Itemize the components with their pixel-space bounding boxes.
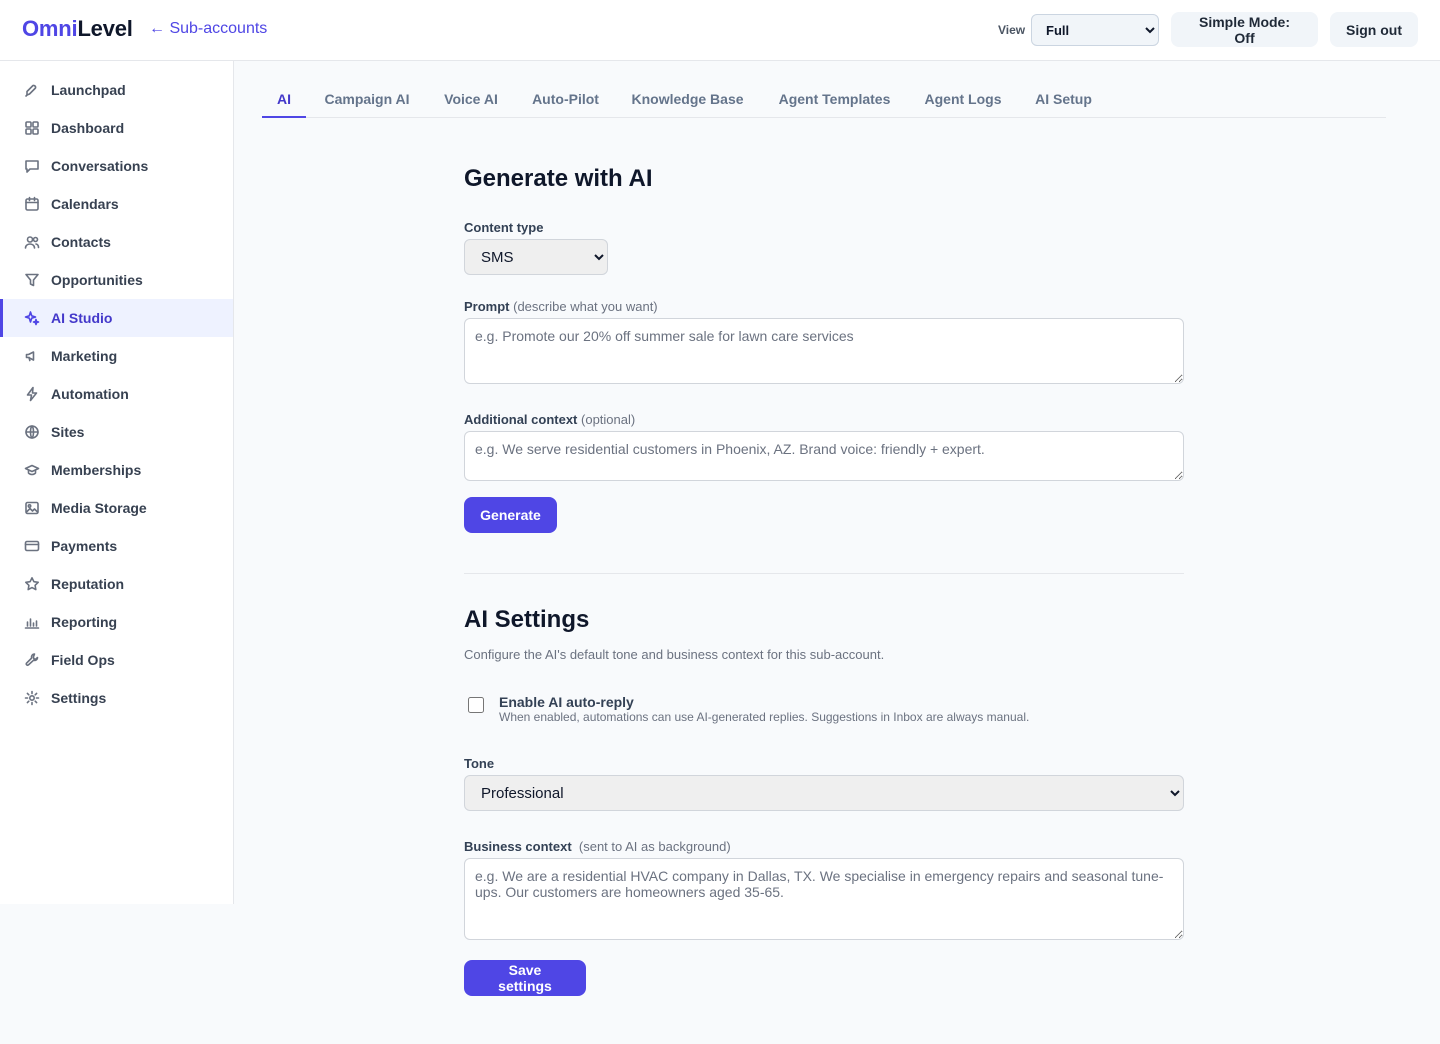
rocket-icon xyxy=(24,82,40,98)
business-context-label-text: Business context xyxy=(464,839,572,854)
sidebar-item-label: Marketing xyxy=(51,348,118,364)
users-icon xyxy=(24,234,40,250)
sidebar-item-label: Conversations xyxy=(51,158,149,174)
sidebar-item-label: Contacts xyxy=(51,234,111,250)
save-settings-button[interactable]: Save settings xyxy=(464,960,586,996)
brand-part-omni: Omni xyxy=(22,16,78,41)
top-header: OmniLevel ← Sub-accounts View Full Simpl… xyxy=(0,0,1440,61)
star-icon xyxy=(24,576,40,592)
auto-reply-description: When enabled, automations can use AI-gen… xyxy=(499,710,1030,724)
content-type-label: Content type xyxy=(464,220,544,235)
sidebar-item-reporting[interactable]: Reporting xyxy=(0,603,233,641)
generate-button[interactable]: Generate xyxy=(464,497,557,533)
sidebar-item-label: Reputation xyxy=(51,576,125,592)
sidebar-item-label: Media Storage xyxy=(51,500,147,516)
business-context-input[interactable] xyxy=(464,858,1184,940)
generate-title: Generate with AI xyxy=(464,165,653,192)
sidebar-item-automation[interactable]: Automation xyxy=(0,375,233,413)
credit-card-icon xyxy=(24,538,40,554)
tab-agent-templates[interactable]: Agent Templates xyxy=(775,80,894,117)
additional-context-label-text: Additional context xyxy=(464,412,578,427)
back-to-subaccounts-link[interactable]: ← Sub-accounts xyxy=(149,20,267,38)
view-select[interactable]: Full xyxy=(1031,14,1159,46)
sidebar-item-label: Dashboard xyxy=(51,120,125,136)
tab-voice-ai[interactable]: Voice AI xyxy=(441,80,501,117)
tab-auto-pilot[interactable]: Auto-Pilot xyxy=(529,80,602,117)
section-divider xyxy=(464,573,1184,574)
sidebar-item-label: Settings xyxy=(51,690,107,706)
graduation-cap-icon xyxy=(24,462,40,478)
sparkle-icon xyxy=(24,310,40,326)
brand-logo[interactable]: OmniLevel xyxy=(22,16,133,42)
tab-agent-logs[interactable]: Agent Logs xyxy=(921,80,1005,117)
prompt-input[interactable] xyxy=(464,318,1184,384)
sidebar-item-marketing[interactable]: Marketing xyxy=(0,337,233,375)
ai-tabs: AI Campaign AI Voice AI Auto-Pilot Knowl… xyxy=(262,80,1386,118)
sidebar-item-label: Payments xyxy=(51,538,118,554)
wrench-icon xyxy=(24,652,40,668)
sidebar-nav: Launchpad Dashboard Conversations Calend… xyxy=(0,61,234,904)
prompt-label: Prompt (describe what you want) xyxy=(464,299,658,314)
sidebar-item-media-storage[interactable]: Media Storage xyxy=(0,489,233,527)
sidebar-item-memberships[interactable]: Memberships xyxy=(0,451,233,489)
globe-icon xyxy=(24,424,40,440)
sign-out-button[interactable]: Sign out xyxy=(1330,12,1418,47)
bolt-icon xyxy=(24,386,40,402)
additional-context-hint: (optional) xyxy=(581,412,636,427)
auto-reply-checkbox[interactable] xyxy=(468,697,484,713)
sidebar-item-label: Automation xyxy=(51,386,129,402)
additional-context-label: Additional context (optional) xyxy=(464,412,635,427)
grid-icon xyxy=(24,120,40,136)
sidebar-item-sites[interactable]: Sites xyxy=(0,413,233,451)
business-context-label: Business context (sent to AI as backgrou… xyxy=(464,839,731,854)
image-icon xyxy=(24,500,40,516)
sidebar-item-contacts[interactable]: Contacts xyxy=(0,223,233,261)
auto-reply-label: Enable AI auto-reply xyxy=(499,694,634,710)
megaphone-icon xyxy=(24,348,40,364)
prompt-label-text: Prompt xyxy=(464,299,510,314)
sidebar-item-dashboard[interactable]: Dashboard xyxy=(0,109,233,147)
gear-icon xyxy=(24,690,40,706)
sidebar-item-label: AI Studio xyxy=(51,310,113,326)
sidebar-item-label: Sites xyxy=(51,424,85,440)
sidebar-item-label: Opportunities xyxy=(51,272,143,288)
sidebar-item-label: Calendars xyxy=(51,196,119,212)
funnel-icon xyxy=(24,272,40,288)
sidebar-item-payments[interactable]: Payments xyxy=(0,527,233,565)
sidebar-item-label: Memberships xyxy=(51,462,142,478)
sidebar-item-label: Launchpad xyxy=(51,82,126,98)
view-label: View xyxy=(998,23,1026,37)
tab-ai-setup[interactable]: AI Setup xyxy=(1032,80,1095,117)
tab-ai[interactable]: AI xyxy=(262,80,306,118)
sidebar-item-settings[interactable]: Settings xyxy=(0,679,233,717)
sidebar-item-reputation[interactable]: Reputation xyxy=(0,565,233,603)
tab-knowledge-base[interactable]: Knowledge Base xyxy=(629,80,746,117)
sidebar-item-label: Field Ops xyxy=(51,652,115,668)
tone-label: Tone xyxy=(464,756,495,771)
sidebar-item-launchpad[interactable]: Launchpad xyxy=(0,71,233,109)
sidebar-item-calendars[interactable]: Calendars xyxy=(0,185,233,223)
sidebar-item-field-ops[interactable]: Field Ops xyxy=(0,641,233,679)
ai-settings-title: AI Settings xyxy=(464,606,590,633)
sidebar-item-conversations[interactable]: Conversations xyxy=(0,147,233,185)
simple-mode-toggle[interactable]: Simple Mode: Off xyxy=(1171,12,1318,47)
tone-select[interactable]: Professional xyxy=(464,775,1184,811)
brand-part-level: Level xyxy=(77,16,133,41)
sidebar-item-opportunities[interactable]: Opportunities xyxy=(0,261,233,299)
additional-context-input[interactable] xyxy=(464,431,1184,481)
sidebar-item-ai-studio[interactable]: AI Studio xyxy=(0,299,233,337)
business-context-hint: (sent to AI as background) xyxy=(578,839,731,854)
tab-campaign-ai[interactable]: Campaign AI xyxy=(322,80,412,117)
bar-chart-icon xyxy=(24,614,40,630)
chat-icon xyxy=(24,158,40,174)
sidebar-item-label: Reporting xyxy=(51,614,118,630)
calendar-icon xyxy=(24,196,40,212)
ai-settings-subtitle: Configure the AI's default tone and busi… xyxy=(464,647,885,662)
content-type-select[interactable]: SMS xyxy=(464,239,608,275)
prompt-hint: (describe what you want) xyxy=(513,299,658,314)
